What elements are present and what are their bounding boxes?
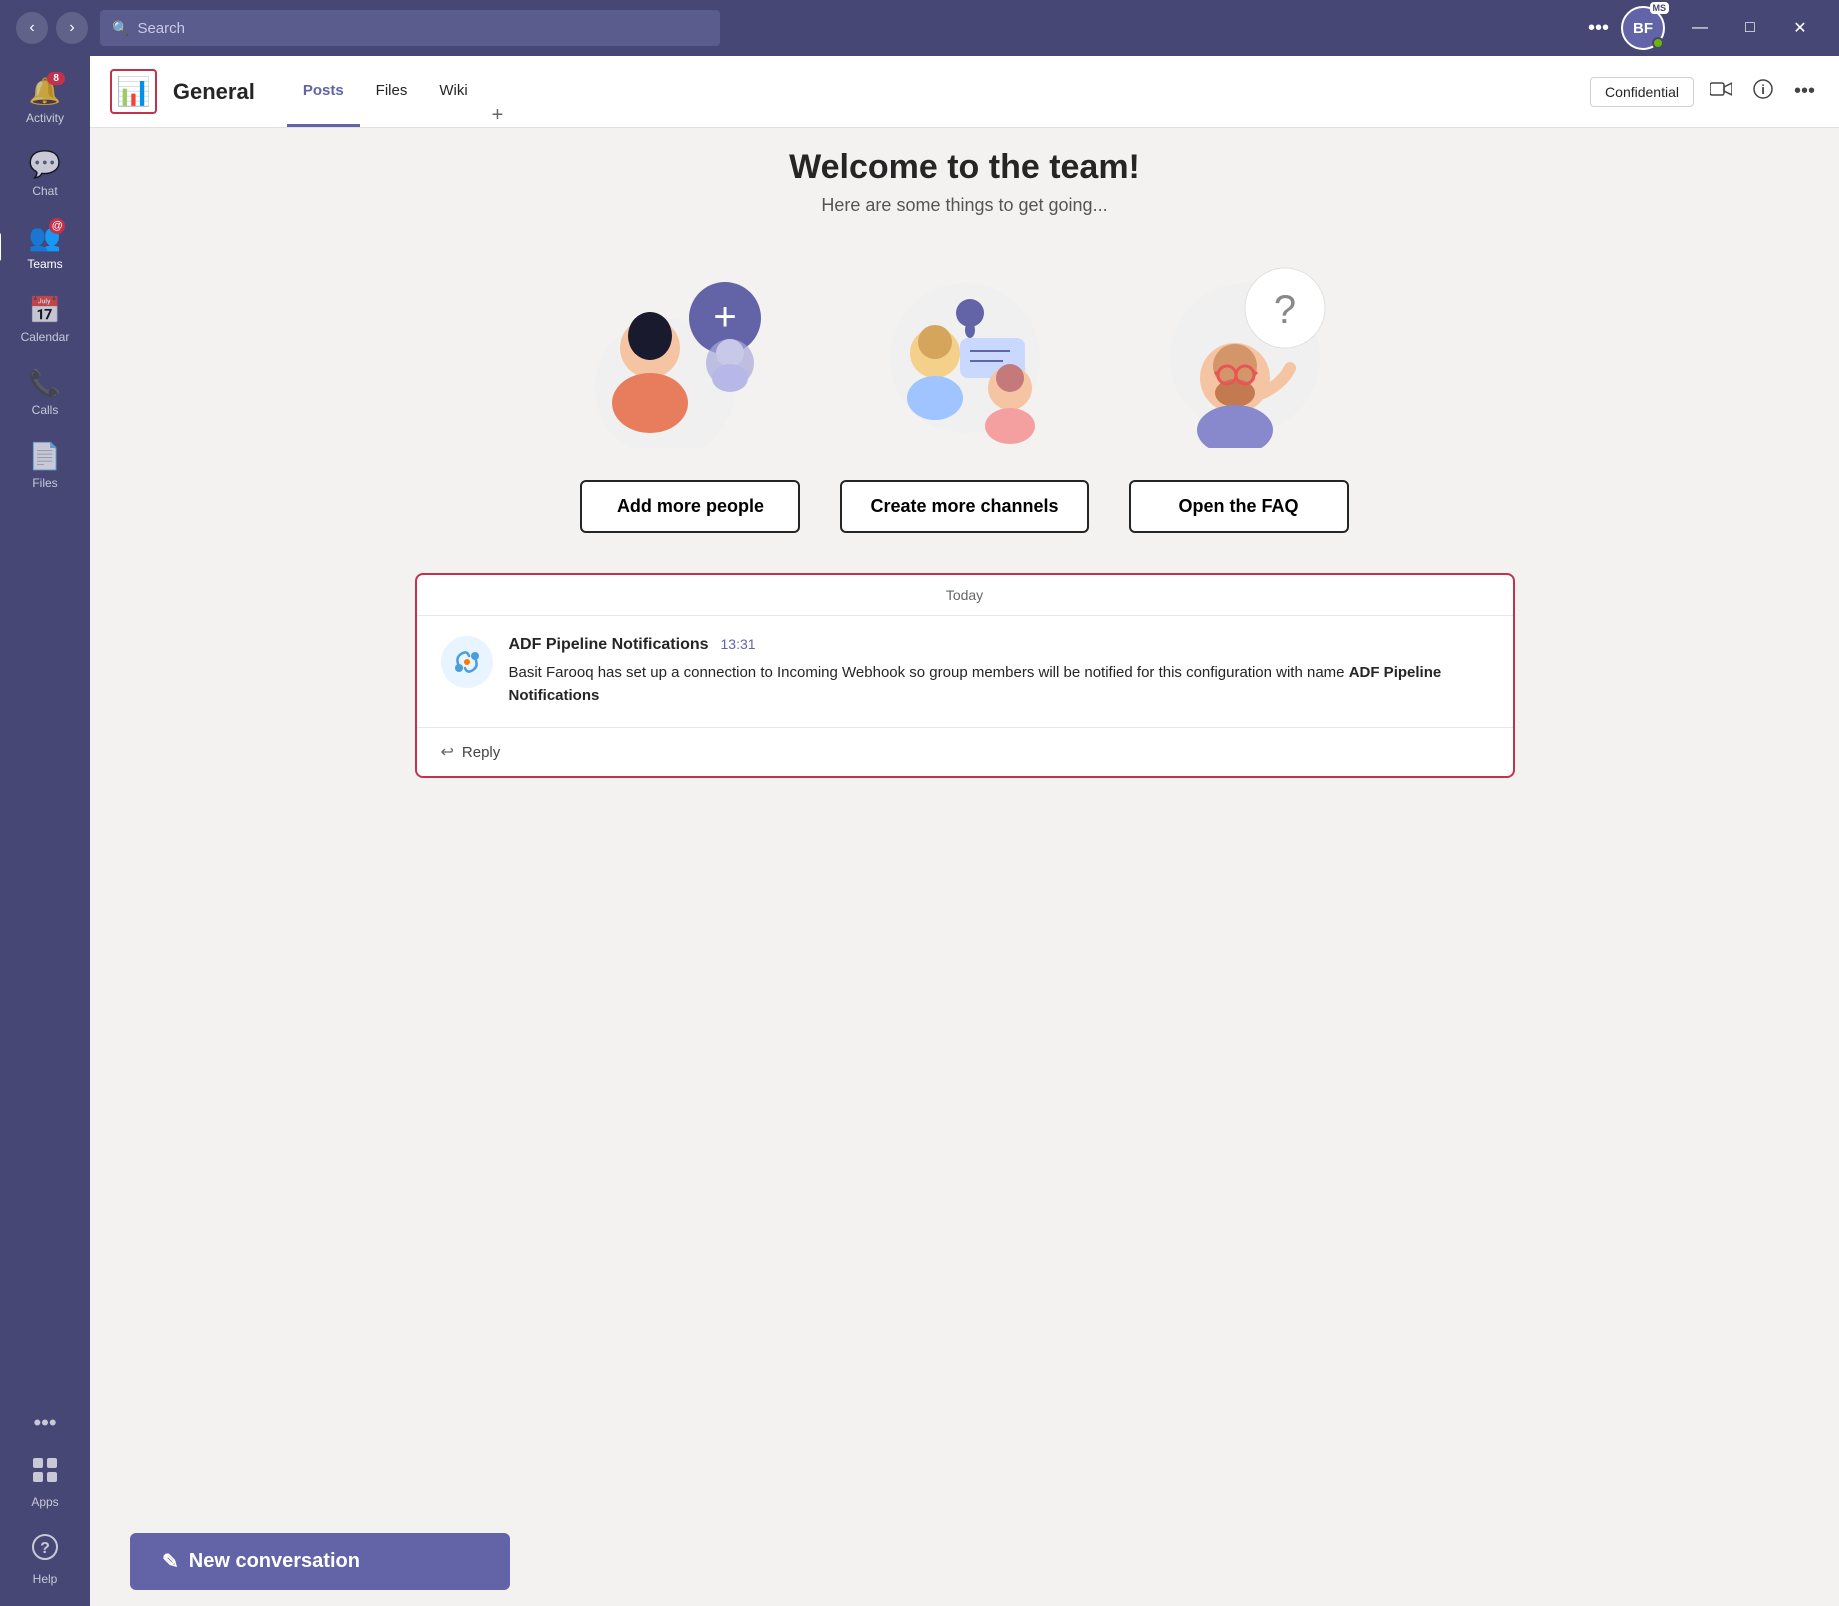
teams-icon: 👥 @ [29, 222, 61, 253]
welcome-title: Welcome to the team! [130, 148, 1799, 187]
close-button[interactable]: ✕ [1777, 12, 1823, 44]
create-channels-svg [855, 248, 1075, 448]
sidebar-item-help[interactable]: ? Help [5, 1523, 85, 1596]
sidebar-label-calls: Calls [32, 403, 59, 417]
files-icon: 📄 [29, 441, 61, 472]
add-people-button[interactable]: Add more people [580, 480, 800, 533]
channel-header-right: Confidential i ••• [1590, 74, 1819, 110]
sidebar-item-files[interactable]: 📄 Files [5, 431, 85, 500]
sidebar-label-apps: Apps [31, 1495, 58, 1509]
svg-text:+: + [713, 295, 736, 339]
activity-icon: 🔔 8 [29, 76, 61, 107]
message-body: ADF Pipeline Notifications 13:31 Basit F… [509, 636, 1489, 707]
chat-icon: 💬 [29, 149, 61, 180]
channel-name: General [173, 79, 255, 105]
maximize-button[interactable]: □ [1727, 12, 1773, 44]
back-button[interactable]: ‹ [16, 12, 48, 44]
sidebar-item-apps[interactable]: Apps [5, 1446, 85, 1519]
sidebar: 🔔 8 Activity 💬 Chat 👥 @ Teams 📅 Calendar… [0, 56, 90, 1606]
sidebar-bottom: Apps ? Help [5, 1444, 85, 1598]
reply-section[interactable]: ↩ Reply [417, 728, 1513, 776]
sidebar-label-chat: Chat [32, 184, 57, 198]
faq-svg: ? [1135, 248, 1355, 448]
message-time: 13:31 [721, 636, 756, 652]
sidebar-item-chat[interactable]: 💬 Chat [5, 139, 85, 208]
tab-files[interactable]: Files [360, 56, 424, 127]
calls-icon: 📞 [29, 368, 61, 399]
welcome-section: Welcome to the team! Here are some thing… [130, 148, 1799, 216]
message-item: ADF Pipeline Notifications 13:31 Basit F… [417, 616, 1513, 728]
help-icon: ? [31, 1533, 59, 1568]
titlebar-more-button[interactable]: ••• [1588, 17, 1609, 40]
forward-button[interactable]: › [56, 12, 88, 44]
sidebar-label-calendar: Calendar [21, 330, 70, 344]
tab-wiki[interactable]: Wiki [423, 56, 483, 127]
ms-badge: MS [1650, 2, 1670, 14]
svg-text:?: ? [1273, 288, 1295, 332]
channel-icon: 📊 [116, 75, 151, 108]
user-avatar-wrap[interactable]: BF MS [1621, 6, 1665, 50]
sidebar-label-files: Files [32, 476, 57, 490]
nav-buttons: ‹ › [16, 12, 88, 44]
activity-badge: 8 [47, 72, 65, 85]
reply-label: Reply [462, 744, 500, 761]
channel-tabs: Posts Files Wiki + [287, 56, 512, 127]
sidebar-label-activity: Activity [26, 111, 64, 125]
window-controls: — □ ✕ [1677, 12, 1823, 44]
message-section: Today [415, 573, 1515, 778]
svg-text:?: ? [40, 1540, 50, 1557]
create-channels-button[interactable]: Create more channels [840, 480, 1088, 533]
sidebar-label-teams: Teams [27, 257, 62, 271]
sidebar-label-help: Help [33, 1572, 58, 1586]
search-placeholder: Search [137, 20, 185, 37]
title-bar: ‹ › 🔍 Search ••• BF MS — □ ✕ [0, 0, 1839, 56]
illustration-row: + [130, 248, 1799, 448]
channel-icon-wrap: 📊 [110, 69, 157, 114]
calendar-icon: 📅 [29, 295, 61, 326]
minimize-button[interactable]: — [1677, 12, 1723, 44]
title-bar-right: ••• BF MS — □ ✕ [1588, 6, 1823, 50]
sidebar-item-calls[interactable]: 📞 Calls [5, 358, 85, 427]
message-text: Basit Farooq has set up a connection to … [509, 662, 1489, 707]
more-apps-dots[interactable]: ••• [25, 1402, 64, 1444]
content-area: 📊 General Posts Files Wiki + Confidentia… [90, 56, 1839, 1606]
info-button[interactable]: i [1748, 74, 1778, 110]
new-conversation-bar: ✎ New conversation [90, 1517, 1839, 1606]
main-layout: 🔔 8 Activity 💬 Chat 👥 @ Teams 📅 Calendar… [0, 56, 1839, 1606]
reply-icon: ↩ [441, 742, 454, 762]
teams-badge: @ [49, 218, 65, 234]
channel-header: 📊 General Posts Files Wiki + Confidentia… [90, 56, 1839, 128]
search-bar[interactable]: 🔍 Search [100, 10, 720, 46]
open-faq-button[interactable]: Open the FAQ [1129, 480, 1349, 533]
video-call-button[interactable] [1706, 76, 1736, 107]
new-conversation-button[interactable]: ✎ New conversation [130, 1533, 510, 1590]
add-people-svg: + [575, 248, 795, 448]
illustration-add-people: + [575, 248, 795, 448]
new-conversation-icon: ✎ [162, 1549, 179, 1574]
welcome-subtitle: Here are some things to get going... [130, 195, 1799, 216]
sidebar-item-activity[interactable]: 🔔 8 Activity [5, 66, 85, 135]
search-icon: 🔍 [112, 20, 129, 37]
action-row: Add more people Create more channels Ope… [130, 480, 1799, 533]
main-content: Welcome to the team! Here are some thing… [90, 128, 1839, 1517]
illustration-create-channels [855, 248, 1075, 448]
sidebar-item-calendar[interactable]: 📅 Calendar [5, 285, 85, 354]
confidential-button[interactable]: Confidential [1590, 77, 1694, 107]
channel-more-button[interactable]: ••• [1790, 76, 1819, 107]
message-sender: ADF Pipeline Notifications [509, 636, 709, 654]
today-label: Today [417, 575, 1513, 616]
message-text-plain: Basit Farooq has set up a connection to … [509, 664, 1349, 681]
svg-text:i: i [1761, 82, 1765, 97]
illustration-faq: ? [1135, 248, 1355, 448]
online-indicator [1652, 37, 1664, 49]
apps-icon [31, 1456, 59, 1491]
message-header: ADF Pipeline Notifications 13:31 [509, 636, 1489, 654]
add-tab-button[interactable]: + [484, 104, 512, 127]
tab-posts[interactable]: Posts [287, 56, 360, 127]
sidebar-item-teams[interactable]: 👥 @ Teams [5, 212, 85, 281]
message-avatar [441, 636, 493, 688]
new-conversation-label: New conversation [189, 1550, 360, 1573]
